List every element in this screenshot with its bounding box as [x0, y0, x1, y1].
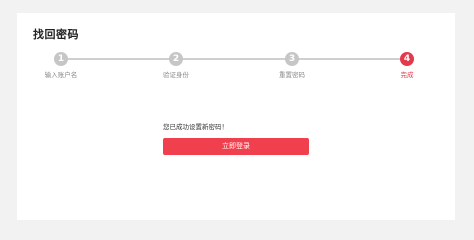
step-number-badge: 1	[54, 52, 68, 66]
password-recovery-card: 找回密码 1 输入账户名 2 验证身份 3 重置密码 4 完成 您已成功设置新密…	[17, 13, 455, 220]
step-label: 验证身份	[163, 71, 189, 79]
step-number-badge: 3	[285, 52, 299, 66]
step-complete: 4 完成	[377, 52, 437, 79]
page-title: 找回密码	[33, 28, 79, 41]
step-label: 重置密码	[279, 71, 305, 79]
success-message: 您已成功设置新密码！	[163, 123, 228, 131]
step-label: 输入账户名	[44, 71, 78, 79]
step-enter-account: 1 输入账户名	[31, 52, 91, 79]
step-verify-identity: 2 验证身份	[146, 52, 206, 79]
step-number-badge: 2	[169, 52, 183, 66]
step-number-badge: 4	[400, 52, 414, 66]
login-now-button[interactable]: 立即登录	[163, 138, 309, 155]
progress-track	[61, 58, 407, 60]
step-reset-password: 3 重置密码	[262, 52, 322, 79]
step-label: 完成	[400, 71, 414, 79]
